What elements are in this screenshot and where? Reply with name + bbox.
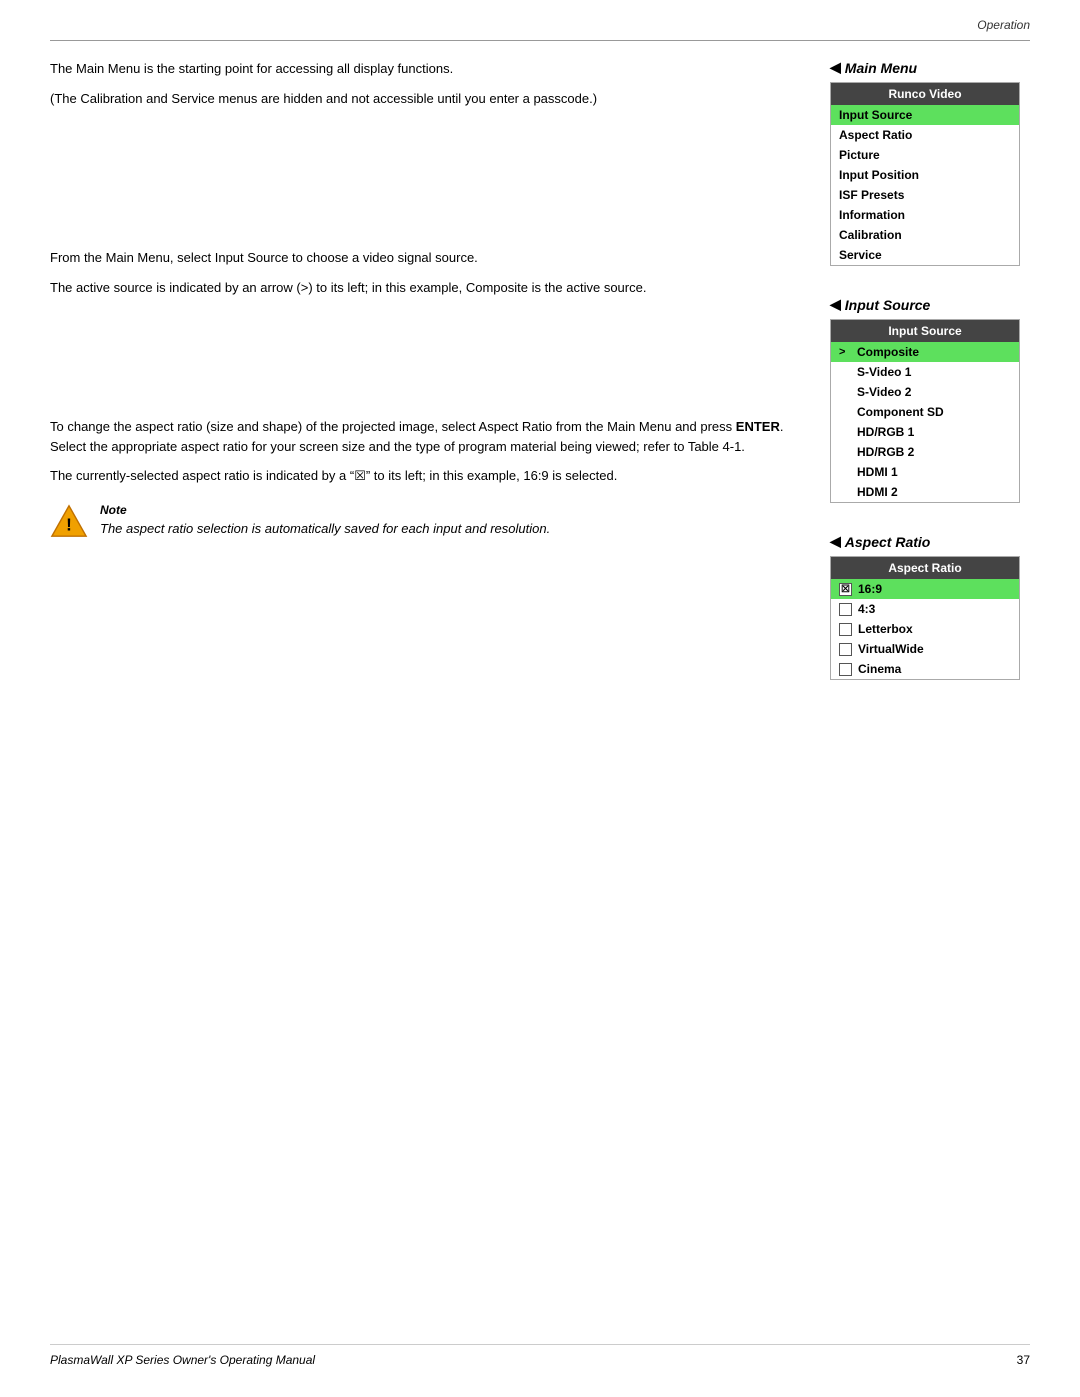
aspect-ratio-4-3-label: 4:3 — [858, 602, 875, 616]
input-source-section: From the Main Menu, select Input Source … — [50, 248, 790, 297]
input-source-item-component-sd[interactable]: Component SD — [831, 402, 1019, 422]
input-source-composite-label: Composite — [857, 345, 919, 359]
aspect-ratio-para1: To change the aspect ratio (size and sha… — [50, 417, 790, 456]
aspect-ratio-16-9-checkbox[interactable]: ☒ — [839, 583, 852, 596]
main-menu-item-aspect-ratio-label: Aspect Ratio — [839, 128, 912, 142]
input-source-hdrgb2-label: HD/RGB 2 — [857, 445, 914, 459]
input-source-item-hdrgb1[interactable]: HD/RGB 1 — [831, 422, 1019, 442]
input-source-svideo1-label: S-Video 1 — [857, 365, 911, 379]
main-menu-item-calibration-label: Calibration — [839, 228, 902, 242]
aspect-ratio-arrow: ◀ — [830, 533, 841, 550]
input-source-para1: From the Main Menu, select Input Source … — [50, 248, 790, 268]
intro-para2: (The Calibration and Service menus are h… — [50, 89, 790, 109]
intro-para1: The Main Menu is the starting point for … — [50, 59, 790, 79]
main-menu-item-service-label: Service — [839, 248, 882, 262]
main-menu-title: ◀ Main Menu — [830, 59, 1030, 76]
main-menu-section: ◀ Main Menu Runco Video Input Source Asp… — [830, 59, 1030, 266]
input-source-para2: The active source is indicated by an arr… — [50, 278, 790, 298]
main-menu-item-aspect-ratio[interactable]: Aspect Ratio — [831, 125, 1019, 145]
aspect-ratio-menu-header: Aspect Ratio — [831, 557, 1019, 579]
main-menu-item-information[interactable]: Information — [831, 205, 1019, 225]
content-area: The Main Menu is the starting point for … — [50, 59, 1030, 702]
input-source-item-hdmi2[interactable]: HDMI 2 — [831, 482, 1019, 502]
input-source-label: Input Source — [845, 297, 931, 313]
aspect-ratio-menu-section: ◀ Aspect Ratio Aspect Ratio ☒ 16:9 4:3 — [830, 533, 1030, 680]
aspect-ratio-item-16-9[interactable]: ☒ 16:9 — [831, 579, 1019, 599]
note-text: The aspect ratio selection is automatica… — [100, 519, 550, 539]
aspect-ratio-4-3-checkbox[interactable] — [839, 603, 852, 616]
input-source-menu-title: ◀ Input Source — [830, 296, 1030, 313]
input-source-menu-header: Input Source — [831, 320, 1019, 342]
main-menu-item-input-position-label: Input Position — [839, 168, 919, 182]
svg-text:!: ! — [66, 515, 72, 534]
input-source-item-hdmi1[interactable]: HDMI 1 — [831, 462, 1019, 482]
footer: PlasmaWall XP Series Owner's Operating M… — [50, 1344, 1030, 1367]
input-source-item-hdrgb2[interactable]: HD/RGB 2 — [831, 442, 1019, 462]
aspect-ratio-letterbox-label: Letterbox — [858, 622, 913, 636]
note-icon: ! — [50, 502, 88, 540]
aspect-ratio-item-letterbox[interactable]: Letterbox — [831, 619, 1019, 639]
aspect-ratio-cinema-label: Cinema — [858, 662, 901, 676]
page: Operation The Main Menu is the starting … — [0, 0, 1080, 1397]
aspect-ratio-label: Aspect Ratio — [845, 534, 931, 550]
aspect-ratio-cinema-checkbox[interactable] — [839, 663, 852, 676]
main-menu-item-input-position[interactable]: Input Position — [831, 165, 1019, 185]
aspect-ratio-item-cinema[interactable]: Cinema — [831, 659, 1019, 679]
main-menu-item-calibration[interactable]: Calibration — [831, 225, 1019, 245]
input-source-hdrgb1-label: HD/RGB 1 — [857, 425, 914, 439]
note-label: Note — [100, 503, 127, 517]
input-source-component-sd-label: Component SD — [857, 405, 944, 419]
input-source-svideo2-label: S-Video 2 — [857, 385, 911, 399]
input-source-menu-section: ◀ Input Source Input Source > Composite … — [830, 296, 1030, 503]
composite-arrow-indicator: > — [839, 346, 851, 358]
note-content: Note The aspect ratio selection is autom… — [100, 502, 550, 549]
aspect-ratio-item-virtualwide[interactable]: VirtualWide — [831, 639, 1019, 659]
input-source-item-svideo1[interactable]: S-Video 1 — [831, 362, 1019, 382]
main-menu-header: Runco Video — [831, 83, 1019, 105]
operation-label: Operation — [977, 18, 1030, 32]
main-menu-item-isf-presets-label: ISF Presets — [839, 188, 904, 202]
main-menu-label: Main Menu — [845, 60, 917, 76]
input-source-hdmi1-label: HDMI 1 — [857, 465, 898, 479]
aspect-ratio-menu-title: ◀ Aspect Ratio — [830, 533, 1030, 550]
aspect-ratio-menu-box: Aspect Ratio ☒ 16:9 4:3 Letterbox — [830, 556, 1020, 680]
left-column: The Main Menu is the starting point for … — [50, 59, 800, 702]
note-area: ! Note The aspect ratio selection is aut… — [50, 502, 790, 549]
main-menu-box: Runco Video Input Source Aspect Ratio Pi… — [830, 82, 1020, 266]
main-menu-item-service[interactable]: Service — [831, 245, 1019, 265]
main-menu-item-input-source-label: Input Source — [839, 108, 912, 122]
aspect-ratio-item-4-3[interactable]: 4:3 — [831, 599, 1019, 619]
input-source-item-svideo2[interactable]: S-Video 2 — [831, 382, 1019, 402]
input-source-arrow: ◀ — [830, 296, 841, 313]
main-menu-item-picture-label: Picture — [839, 148, 880, 162]
aspect-ratio-virtualwide-label: VirtualWide — [858, 642, 924, 656]
aspect-ratio-letterbox-checkbox[interactable] — [839, 623, 852, 636]
main-menu-arrow: ◀ — [830, 59, 841, 76]
main-menu-item-isf-presets[interactable]: ISF Presets — [831, 185, 1019, 205]
aspect-ratio-para2: The currently-selected aspect ratio is i… — [50, 466, 790, 486]
right-column: ◀ Main Menu Runco Video Input Source Asp… — [830, 59, 1030, 702]
aspect-ratio-section: To change the aspect ratio (size and sha… — [50, 417, 790, 548]
main-menu-item-input-source[interactable]: Input Source — [831, 105, 1019, 125]
footer-manual-title: PlasmaWall XP Series Owner's Operating M… — [50, 1353, 315, 1367]
main-menu-item-information-label: Information — [839, 208, 905, 222]
top-rule — [50, 40, 1030, 41]
input-source-hdmi2-label: HDMI 2 — [857, 485, 898, 499]
input-source-item-composite[interactable]: > Composite — [831, 342, 1019, 362]
main-menu-item-picture[interactable]: Picture — [831, 145, 1019, 165]
footer-page-number: 37 — [1017, 1353, 1030, 1367]
aspect-ratio-16-9-label: 16:9 — [858, 582, 882, 596]
input-source-menu-box: Input Source > Composite S-Video 1 S-Vid… — [830, 319, 1020, 503]
aspect-ratio-virtualwide-checkbox[interactable] — [839, 643, 852, 656]
